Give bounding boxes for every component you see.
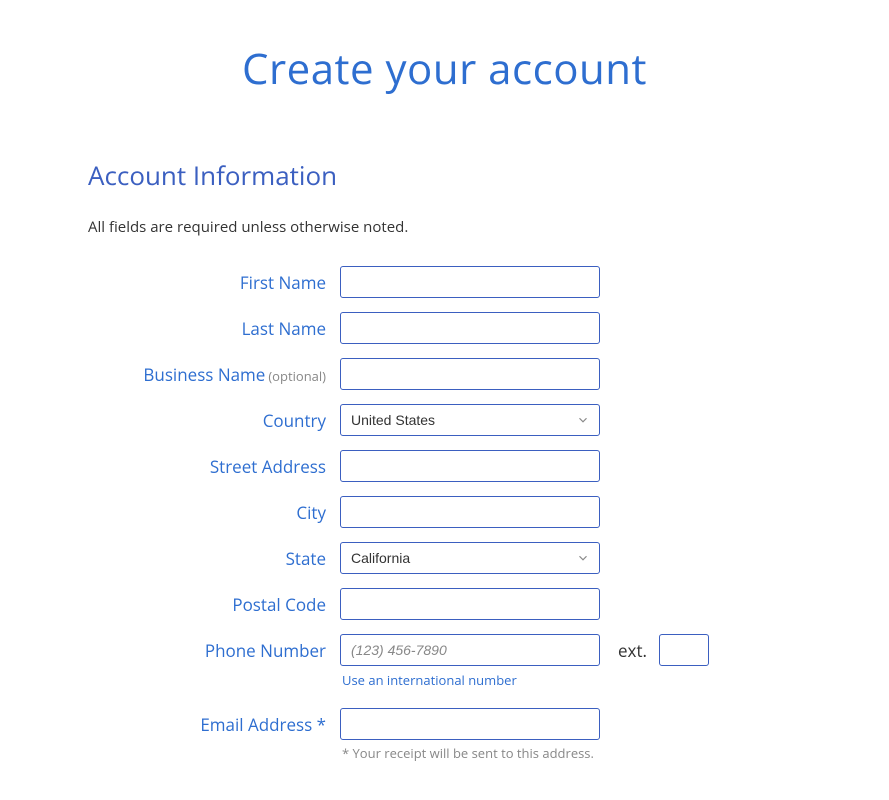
label-phone: Phone Number [88,639,340,662]
last-name-input[interactable] [340,312,600,344]
row-business-name: Business Name(optional) [88,357,801,391]
section-title: Account Information [88,157,801,193]
label-business-name: Business Name(optional) [88,363,340,386]
label-country: Country [88,409,340,432]
email-input[interactable] [340,708,600,740]
label-street-address: Street Address [88,455,340,478]
label-email: Email Address * [88,713,340,736]
label-last-name: Last Name [88,317,340,340]
business-name-input[interactable] [340,358,600,390]
email-note: * Your receipt will be sent to this addr… [340,745,610,763]
label-first-name: First Name [88,271,340,294]
row-postal-code: Postal Code [88,587,801,621]
postal-code-input[interactable] [340,588,600,620]
city-input[interactable] [340,496,600,528]
first-name-input[interactable] [340,266,600,298]
phone-input[interactable] [340,634,600,666]
required-note: All fields are required unless otherwise… [88,217,801,237]
label-optional: (optional) [268,367,326,385]
row-city: City [88,495,801,529]
use-international-link[interactable]: Use an international number [340,671,801,689]
row-last-name: Last Name [88,311,801,345]
label-postal-code: Postal Code [88,593,340,616]
page-title: Create your account [88,40,801,97]
create-account-form: Create your account Account Information … [0,0,889,763]
street-address-input[interactable] [340,450,600,482]
row-state: State [88,541,801,575]
country-select[interactable] [340,404,600,436]
phone-ext-input[interactable] [659,634,709,666]
row-first-name: First Name [88,265,801,299]
row-country: Country [88,403,801,437]
row-email: Email Address * * Your receipt will be s… [88,707,801,763]
label-ext: ext. [618,639,647,662]
row-street-address: Street Address [88,449,801,483]
label-city: City [88,501,340,524]
row-phone: Phone Number ext. Use an international n… [88,633,801,689]
label-state: State [88,547,340,570]
state-select[interactable] [340,542,600,574]
label-business-name-text: Business Name [143,363,265,386]
